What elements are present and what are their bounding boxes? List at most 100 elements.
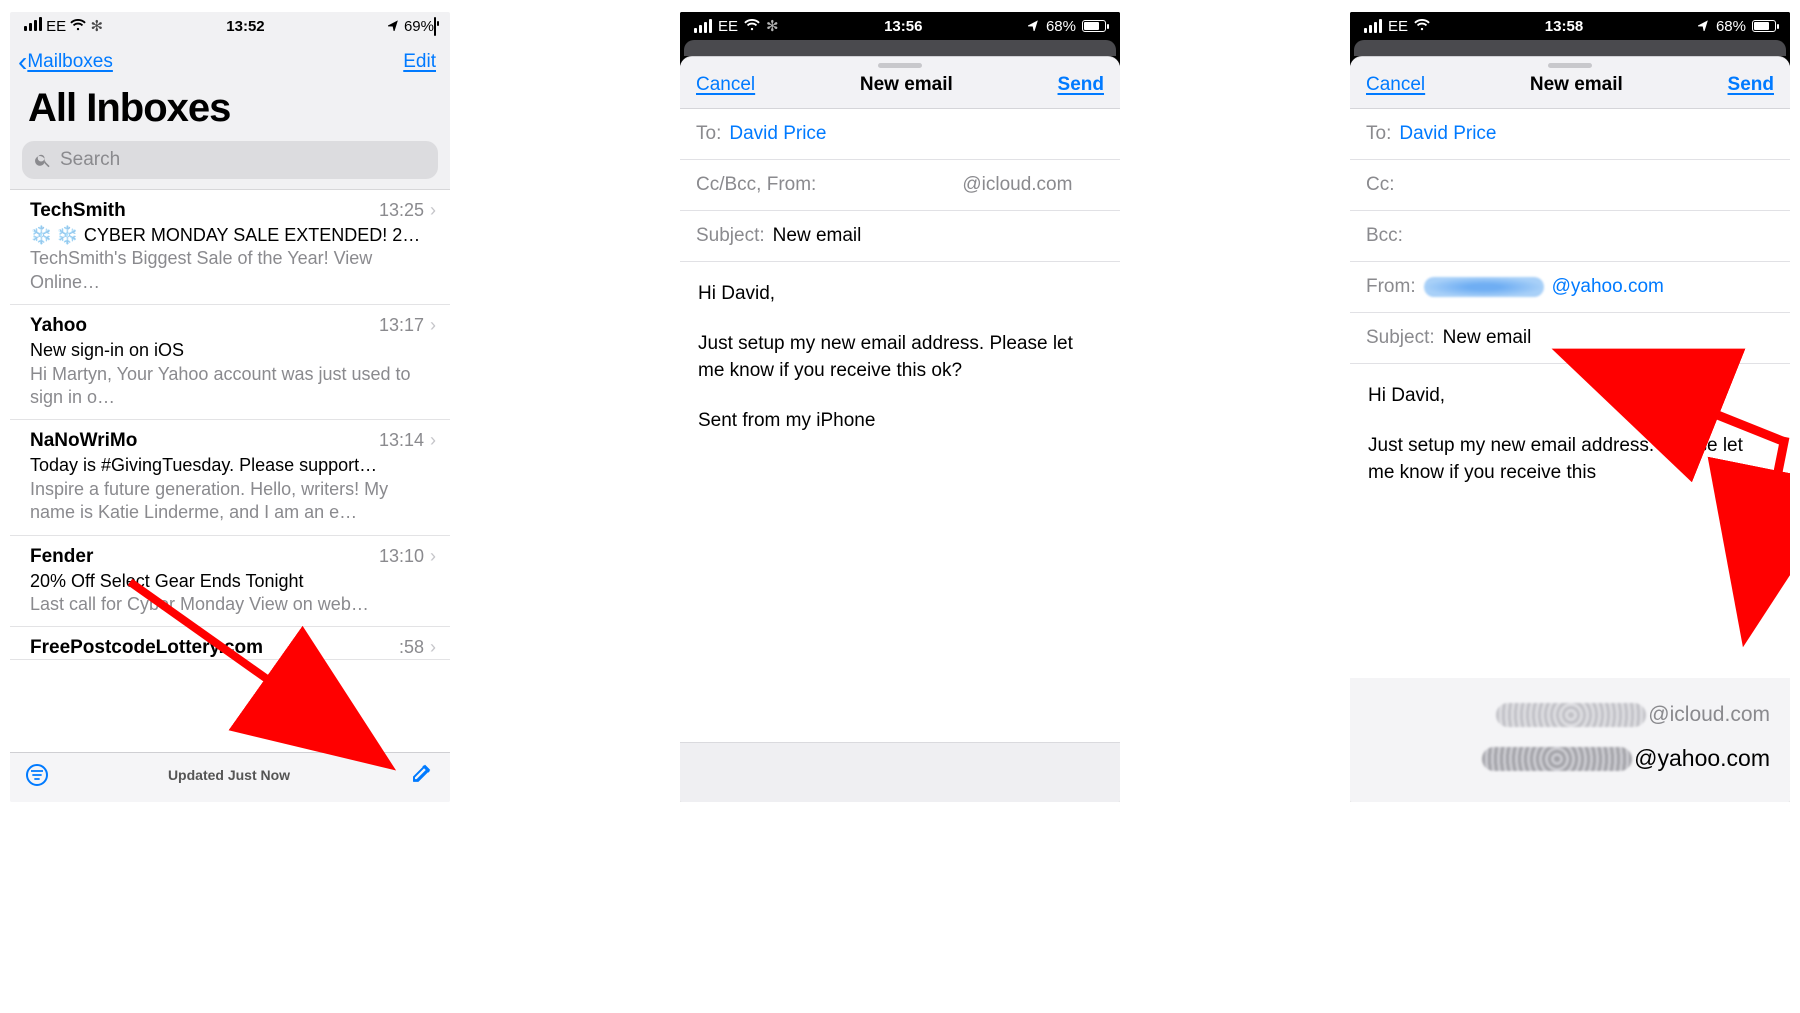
nav-bar: ‹ Mailboxes Edit <box>10 40 450 76</box>
subject-field[interactable]: Subject: New email <box>1350 313 1790 364</box>
search-input[interactable]: Search <box>22 141 438 179</box>
mailboxes-back-link[interactable]: Mailboxes <box>27 51 113 73</box>
status-bar: EE ✻ 13:52 69% <box>10 12 450 40</box>
email-subject: Today is #GivingTuesday. Please support… <box>30 454 436 477</box>
subject-value: New email <box>1443 327 1532 349</box>
ccbcc-from-field[interactable]: Cc/Bcc, From: @icloud.com <box>680 160 1120 211</box>
email-row[interactable]: Fender 13:10› 20% Off Select Gear Ends T… <box>10 536 450 628</box>
battery-icon <box>1752 20 1776 32</box>
cc-field[interactable]: Cc: <box>1350 160 1790 211</box>
navigation-arrow-icon <box>1698 18 1710 35</box>
status-bar: EE ✻ 13:56 68% <box>680 12 1120 40</box>
email-time: 13:25 <box>379 200 424 221</box>
cc-label: Cc: <box>1366 174 1395 196</box>
from-domain: @icloud.com <box>962 174 1072 196</box>
email-subject: ❄️❄️ CYBER MONDAY SALE EXTENDED! 2… <box>30 224 436 247</box>
body-line: Hi David, <box>698 280 1102 308</box>
navigation-arrow-icon <box>1028 18 1040 35</box>
email-preview: TechSmith's Biggest Sale of the Year! Vi… <box>30 247 436 294</box>
compose-icon[interactable] <box>410 761 434 788</box>
to-field[interactable]: To: David Price <box>1350 109 1790 160</box>
body-line: Just setup my new email address. Please … <box>1368 432 1772 487</box>
redacted-from-user <box>824 175 954 195</box>
battery-icon <box>1082 20 1106 32</box>
keyboard-placeholder <box>680 742 1120 802</box>
search-icon <box>34 151 52 169</box>
email-time: 13:10 <box>379 546 424 567</box>
subject-value: New email <box>773 225 862 247</box>
to-label: To: <box>696 123 721 145</box>
send-button[interactable]: Send <box>1058 74 1104 96</box>
from-domain: @yahoo.com <box>1552 276 1664 298</box>
battery-label: 68% <box>1046 18 1076 35</box>
from-option-icloud[interactable]: @icloud.com <box>1496 703 1770 727</box>
signal-bars-icon <box>694 19 712 33</box>
compose-title: New email <box>860 74 953 96</box>
edit-button[interactable]: Edit <box>403 51 436 73</box>
email-subject: 20% Off Select Gear Ends Tonight <box>30 570 436 593</box>
chevron-right-icon: › <box>430 430 436 451</box>
carrier-label: EE <box>718 18 738 35</box>
email-row[interactable]: FreePostcodeLottery.com :58› <box>10 627 450 660</box>
email-preview: Hi Martyn, Your Yahoo account was just u… <box>30 363 436 410</box>
option-domain: @icloud.com <box>1648 703 1770 727</box>
status-bar: EE 13:58 68% <box>1350 12 1790 40</box>
email-row[interactable]: TechSmith 13:25 › ❄️❄️ CYBER MONDAY SALE… <box>10 190 450 305</box>
chevron-right-icon: › <box>430 637 436 658</box>
to-field[interactable]: To: David Price <box>680 109 1120 160</box>
sheet-backdrop <box>1354 40 1786 56</box>
email-preview: Last call for Cyber Monday View on web… <box>30 593 436 616</box>
cancel-button[interactable]: Cancel <box>696 74 755 96</box>
email-sender: TechSmith <box>30 200 126 222</box>
carrier-label: EE <box>46 18 66 35</box>
ccbcc-label: Cc/Bcc, From: <box>696 174 816 196</box>
sheet-backdrop <box>684 40 1116 56</box>
chevron-left-icon[interactable]: ‹ <box>18 48 27 76</box>
redacted-option-user <box>1482 747 1632 771</box>
from-field[interactable]: From: @yahoo.com <box>1350 262 1790 313</box>
compose-sheet: Cancel New email Send To: David Price Cc… <box>1350 56 1790 802</box>
screen-compose-expanded: EE 13:58 68% Cancel New email Send <box>1350 12 1790 802</box>
status-time: 13:56 <box>884 18 922 35</box>
navigation-arrow-icon <box>388 18 400 35</box>
from-option-yahoo[interactable]: @yahoo.com <box>1482 745 1770 772</box>
option-domain: @yahoo.com <box>1634 745 1770 772</box>
to-value: David Price <box>1399 123 1496 145</box>
chevron-right-icon: › <box>430 546 436 567</box>
to-value: David Price <box>729 123 826 145</box>
compose-sheet: Cancel New email Send To: David Price Cc… <box>680 56 1120 802</box>
email-preview: Inspire a future generation. Hello, writ… <box>30 478 436 525</box>
wifi-icon <box>1414 18 1430 35</box>
screen-compose-collapsed: EE ✻ 13:56 68% Cancel New email Send <box>680 12 1120 802</box>
signal-bars-icon <box>1364 19 1382 33</box>
send-button[interactable]: Send <box>1728 74 1774 96</box>
email-subject: New sign-in on iOS <box>30 339 436 362</box>
subject-label: Subject: <box>696 225 765 247</box>
email-body[interactable]: Hi David, Just setup my new email addres… <box>680 262 1120 742</box>
email-row[interactable]: NaNoWriMo 13:14 › Today is #GivingTuesday… <box>10 420 450 535</box>
filter-icon[interactable] <box>26 764 48 786</box>
page-title: All Inboxes <box>10 76 450 137</box>
subject-label: Subject: <box>1366 327 1435 349</box>
body-line: Hi David, <box>1368 382 1772 410</box>
cancel-button[interactable]: Cancel <box>1366 74 1425 96</box>
grabber-handle[interactable] <box>1548 63 1592 68</box>
email-body[interactable]: Hi David, Just setup my new email addres… <box>1350 364 1790 678</box>
email-row[interactable]: Yahoo 13:17› New sign-in on iOS Hi Marty… <box>10 305 450 420</box>
redacted-option-user <box>1496 703 1646 727</box>
subject-field[interactable]: Subject: New email <box>680 211 1120 262</box>
status-time: 13:52 <box>226 18 264 35</box>
from-options-panel: @icloud.com @yahoo.com <box>1350 678 1790 802</box>
to-label: To: <box>1366 123 1391 145</box>
grabber-handle[interactable] <box>878 63 922 68</box>
battery-label: 69% <box>404 18 434 35</box>
battery-label: 68% <box>1716 18 1746 35</box>
update-status: Updated Just Now <box>168 767 290 783</box>
email-sender: NaNoWriMo <box>30 430 137 452</box>
battery-icon <box>434 17 436 36</box>
bcc-field[interactable]: Bcc: <box>1350 211 1790 262</box>
from-label: From: <box>1366 276 1416 298</box>
email-time: 13:14 <box>379 430 424 451</box>
email-list[interactable]: TechSmith 13:25 › ❄️❄️ CYBER MONDAY SALE… <box>10 189 450 752</box>
screen-inbox: EE ✻ 13:52 69% ‹ Mailboxes Edit A <box>10 12 450 802</box>
